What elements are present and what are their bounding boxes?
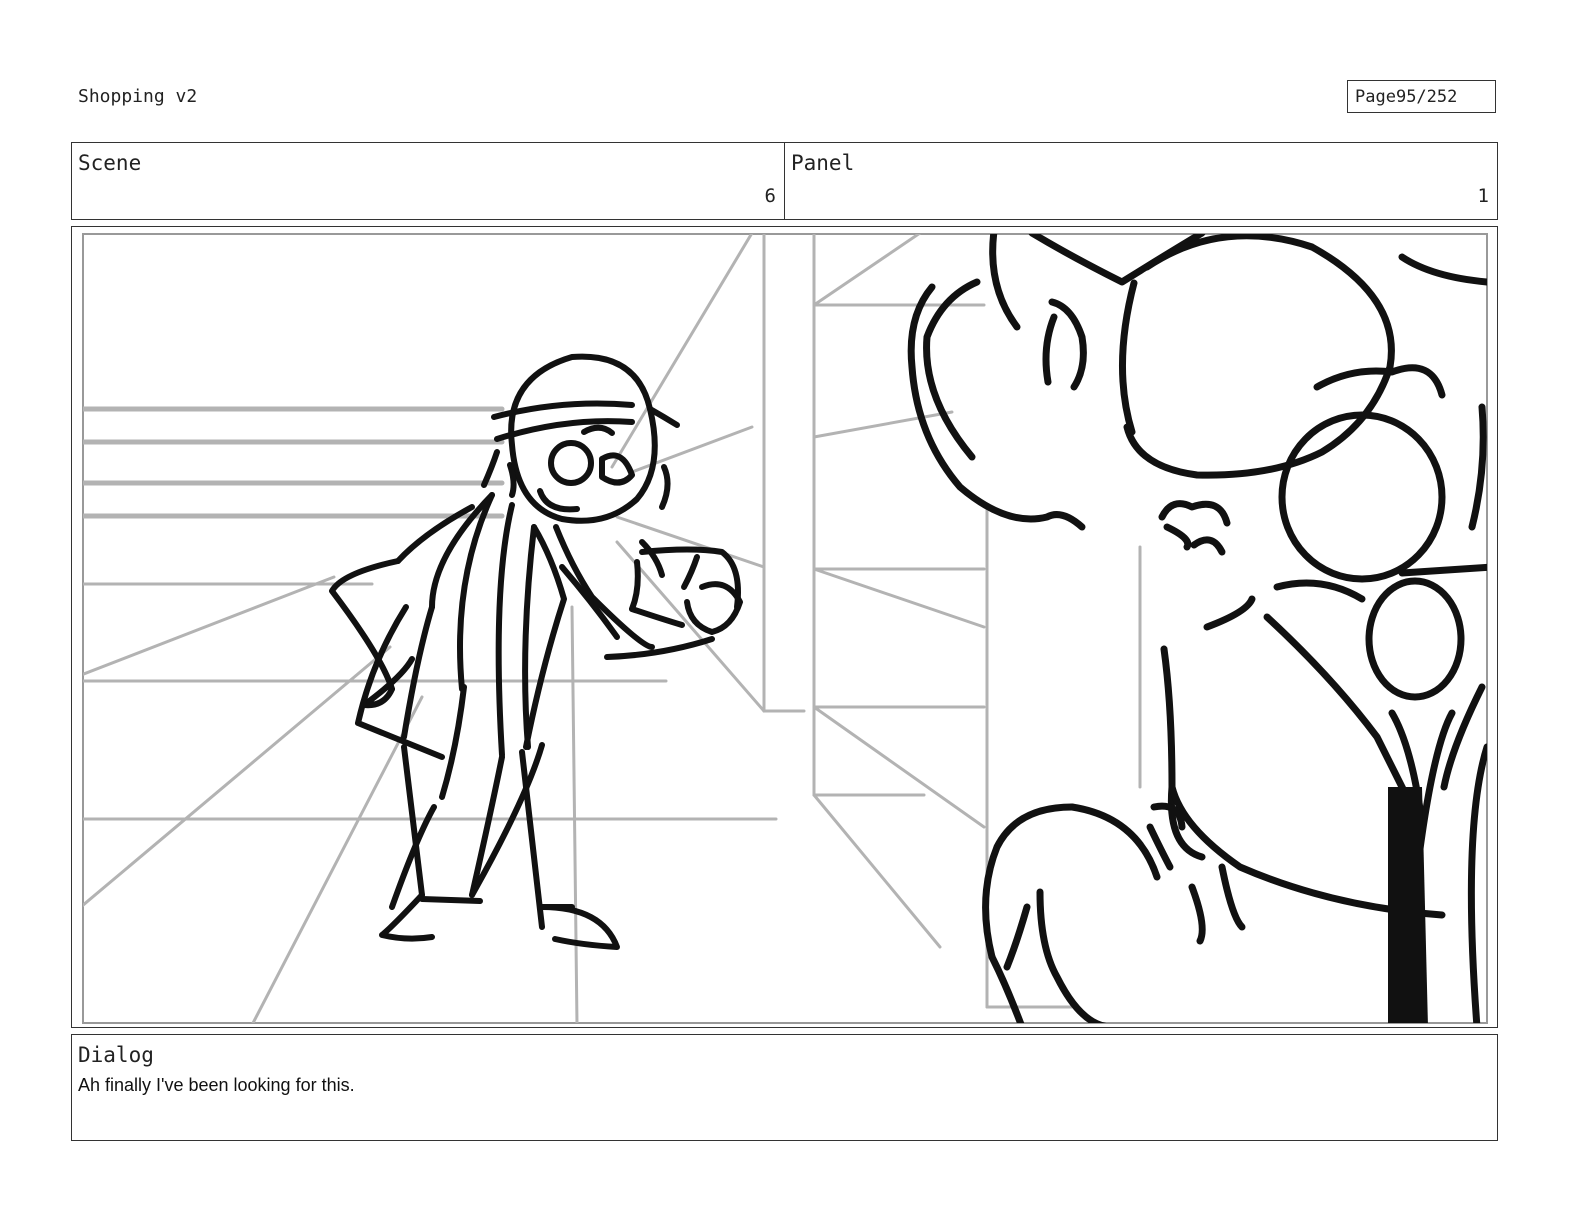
background-shelves [83, 406, 505, 519]
dialog-box: Dialog Ah finally I've been looking for … [71, 1034, 1498, 1141]
storyboard-frame [71, 226, 1498, 1028]
panel-label: Panel [791, 151, 855, 175]
document-title: Shopping v2 [78, 86, 198, 107]
character-shopper [329, 353, 743, 950]
dialog-text: Ah finally I've been looking for this. [78, 1075, 355, 1095]
dialog-label: Dialog [78, 1043, 154, 1067]
scene-number: 6 [764, 185, 776, 207]
storyboard-sketch [82, 233, 1488, 1024]
scene-label: Scene [78, 151, 142, 175]
panel-number: 1 [1477, 185, 1489, 207]
panel-cell: Panel 1 [784, 143, 1497, 219]
scene-panel-header: Scene 6 Panel 1 [71, 142, 1498, 220]
scene-cell: Scene 6 [72, 143, 784, 219]
page-number: 95/252 [1395, 86, 1458, 107]
solid-fill-shape [1388, 787, 1428, 1023]
page-indicator: Page 95/252 [1347, 80, 1496, 113]
page-label: Page [1355, 86, 1396, 107]
